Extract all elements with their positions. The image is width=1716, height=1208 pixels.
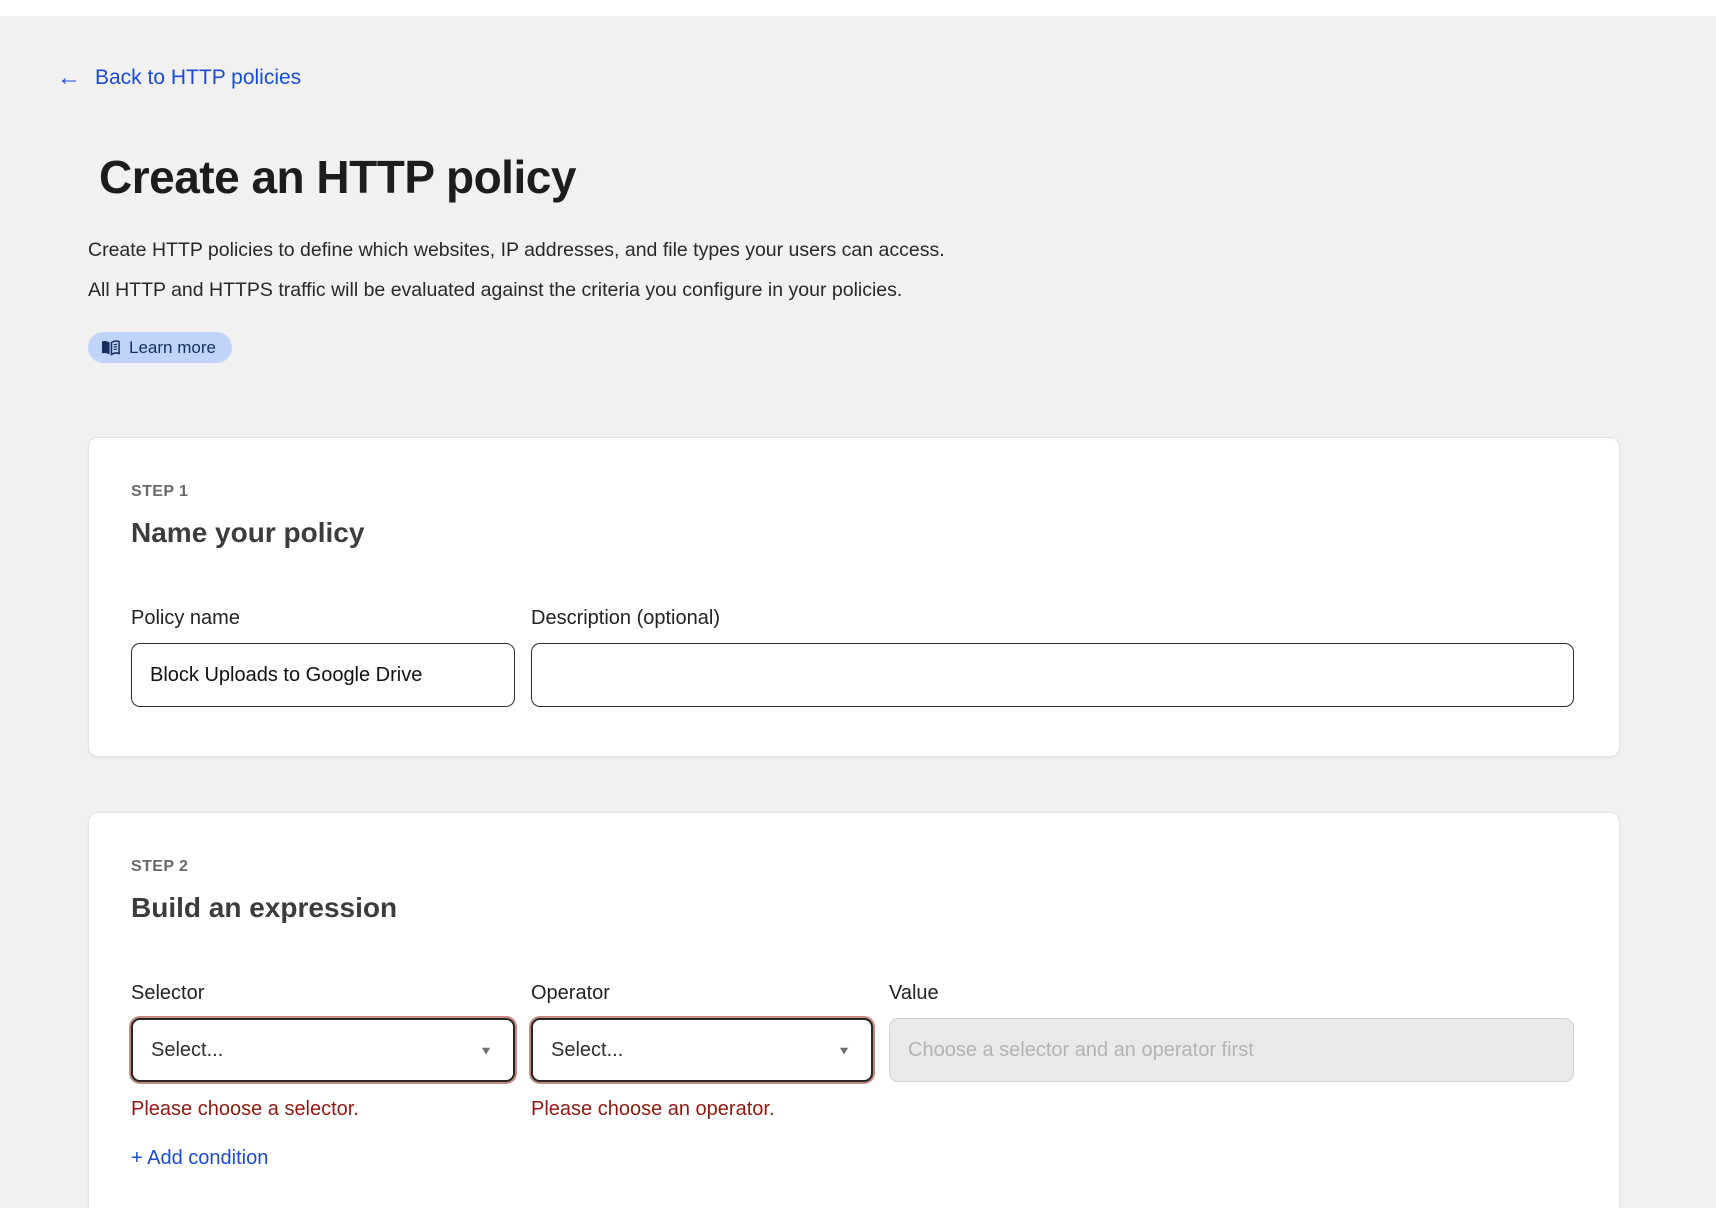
page-description: Create HTTP policies to define which web… [88,230,1716,310]
description-label: Description (optional) [531,607,1574,630]
caret-down-icon: ▼ [479,1044,493,1056]
value-input [889,1018,1574,1082]
page-description-line1: Create HTTP policies to define which web… [88,230,1716,270]
top-strip [0,0,1716,16]
operator-dropdown-value: Select... [551,1039,623,1062]
operator-label: Operator [531,982,873,1005]
step2-label: STEP 2 [131,858,1574,876]
selector-label: Selector [131,982,515,1005]
add-condition-link[interactable]: + Add condition [131,1147,515,1170]
operator-dropdown[interactable]: Select... ▼ [531,1018,873,1082]
value-label: Value [889,982,1574,1005]
back-to-http-policies-link[interactable]: ← Back to HTTP policies [57,66,301,90]
learn-more-button[interactable]: Learn more [88,332,232,363]
description-input[interactable] [531,643,1574,707]
arrow-left-icon: ← [57,66,81,90]
step2-card: STEP 2 Build an expression Selector Sele… [88,812,1620,1208]
caret-down-icon: ▼ [837,1044,851,1056]
step1-card: STEP 1 Name your policy Policy name Desc… [88,437,1620,757]
selector-dropdown[interactable]: Select... ▼ [131,1018,515,1082]
learn-more-label: Learn more [129,338,216,358]
book-icon [101,340,120,356]
back-link-label: Back to HTTP policies [95,66,301,90]
step1-heading: Name your policy [131,517,1574,549]
operator-error-message: Please choose an operator. [531,1098,873,1121]
policy-name-input[interactable] [131,643,515,707]
step1-label: STEP 1 [131,483,1574,501]
step2-heading: Build an expression [131,892,1574,924]
policy-name-label: Policy name [131,607,515,630]
selector-error-message: Please choose a selector. [131,1098,515,1121]
page-title: Create an HTTP policy [99,150,1716,204]
page-description-line2: All HTTP and HTTPS traffic will be evalu… [88,270,1716,310]
selector-dropdown-value: Select... [151,1039,223,1062]
